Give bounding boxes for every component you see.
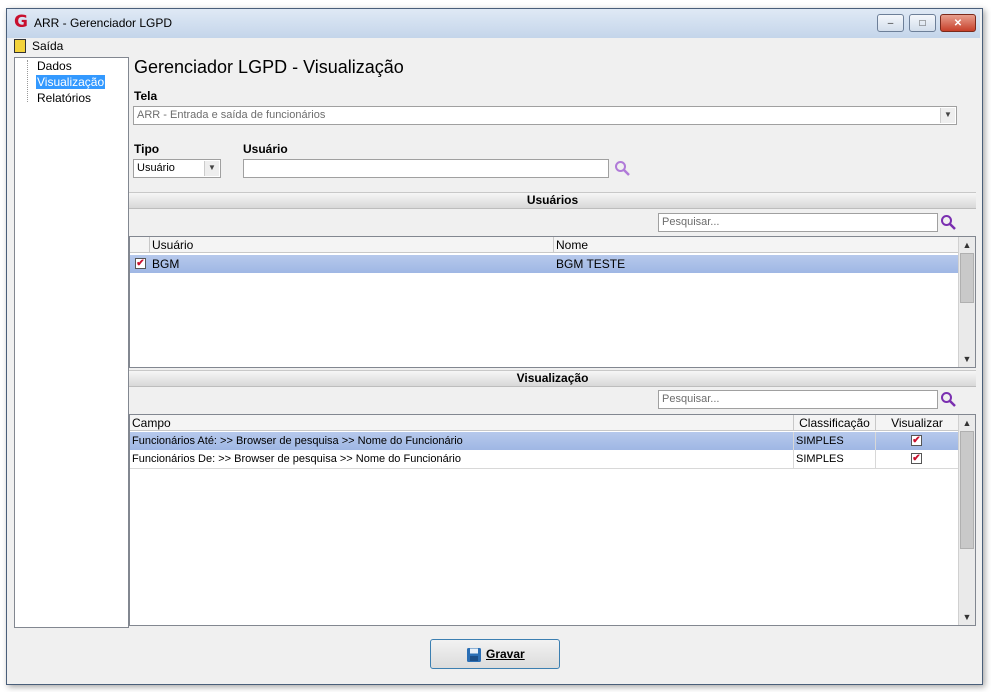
floppy-disk-icon	[467, 648, 481, 662]
table-row[interactable]: ✔ BGM BGM TESTE	[130, 255, 958, 273]
visualizacao-section-header: Visualização	[129, 370, 976, 387]
grid-header-classificacao[interactable]: Classificação	[794, 415, 876, 431]
search-icon[interactable]	[940, 391, 956, 407]
menu-item-saida[interactable]: Saída	[32, 39, 63, 53]
minimize-button[interactable]: –	[877, 14, 904, 32]
page-title: Gerenciador LGPD - Visualização	[134, 57, 404, 77]
chevron-down-icon: ▼	[204, 161, 219, 176]
search-icon[interactable]	[940, 214, 956, 230]
maximize-button[interactable]: □	[909, 14, 936, 32]
grid-header-check	[130, 237, 150, 253]
visualizacao-search-placeholder: Pesquisar...	[662, 393, 720, 405]
navigation-tree	[14, 57, 129, 628]
usuarios-scrollbar[interactable]: ▲ ▼	[958, 237, 975, 367]
scroll-down-icon[interactable]: ▼	[959, 351, 975, 367]
tipo-select-value: Usuário	[137, 162, 175, 174]
window-title: ARR - Gerenciador LGPD	[34, 16, 173, 30]
nome-cell: BGM TESTE	[556, 257, 626, 271]
checkbox-checked-icon[interactable]: ✔	[911, 453, 922, 464]
menu-bar	[7, 38, 980, 55]
save-button-label: Gravar	[486, 647, 525, 661]
usuarios-section-header: Usuários	[129, 192, 976, 209]
tree-connector	[27, 60, 29, 102]
scroll-down-icon[interactable]: ▼	[959, 609, 975, 625]
scroll-thumb[interactable]	[960, 431, 974, 549]
scroll-up-icon[interactable]: ▲	[959, 415, 975, 431]
scroll-thumb[interactable]	[960, 253, 974, 303]
usuarios-search-input[interactable]: Pesquisar...	[658, 213, 938, 232]
checkbox-checked-icon[interactable]: ✔	[911, 435, 922, 446]
grid-header-usuario[interactable]: Usuário	[150, 237, 554, 253]
grid-header-campo[interactable]: Campo	[130, 415, 794, 431]
search-icon[interactable]	[614, 160, 630, 176]
classificacao-cell: SIMPLES	[794, 450, 876, 468]
visualizacao-search-input[interactable]: Pesquisar...	[658, 390, 938, 409]
tipo-select[interactable]: Usuário ▼	[133, 159, 221, 178]
exit-door-icon	[14, 39, 26, 53]
tipo-label: Tipo	[134, 142, 160, 156]
visualizacao-scrollbar[interactable]: ▲ ▼	[958, 415, 975, 625]
grid-header-visualizar[interactable]: Visualizar	[876, 415, 959, 431]
tela-select[interactable]: ARR - Entrada e saída de funcionários ▼	[133, 106, 957, 125]
app-logo-icon: G	[14, 12, 28, 32]
tree-item-dados[interactable]: Dados	[36, 59, 73, 73]
checkbox-checked-icon[interactable]: ✔	[135, 258, 146, 269]
classificacao-cell: SIMPLES	[794, 432, 876, 450]
tela-select-value: ARR - Entrada e saída de funcionários	[137, 109, 326, 121]
campo-cell: Funcionários Até: >> Browser de pesquisa…	[130, 432, 794, 450]
table-row[interactable]: Funcionários De: >> Browser de pesquisa …	[130, 450, 958, 469]
grid-header-nome[interactable]: Nome	[554, 237, 959, 253]
usuario-input[interactable]	[243, 159, 609, 178]
tree-item-visualizacao[interactable]: Visualização	[36, 75, 106, 89]
chevron-down-icon: ▼	[940, 108, 955, 123]
usuarios-search-placeholder: Pesquisar...	[662, 216, 720, 228]
tela-label: Tela	[134, 89, 158, 103]
scroll-up-icon[interactable]: ▲	[959, 237, 975, 253]
table-row[interactable]: Funcionários Até: >> Browser de pesquisa…	[130, 432, 958, 450]
usuario-label: Usuário	[243, 142, 288, 156]
usuario-cell: BGM	[152, 257, 180, 271]
save-button[interactable]: Gravar	[430, 639, 560, 669]
close-button[interactable]: ✕	[940, 14, 976, 32]
tree-item-relatorios[interactable]: Relatórios	[36, 91, 92, 105]
campo-cell: Funcionários De: >> Browser de pesquisa …	[130, 450, 794, 468]
